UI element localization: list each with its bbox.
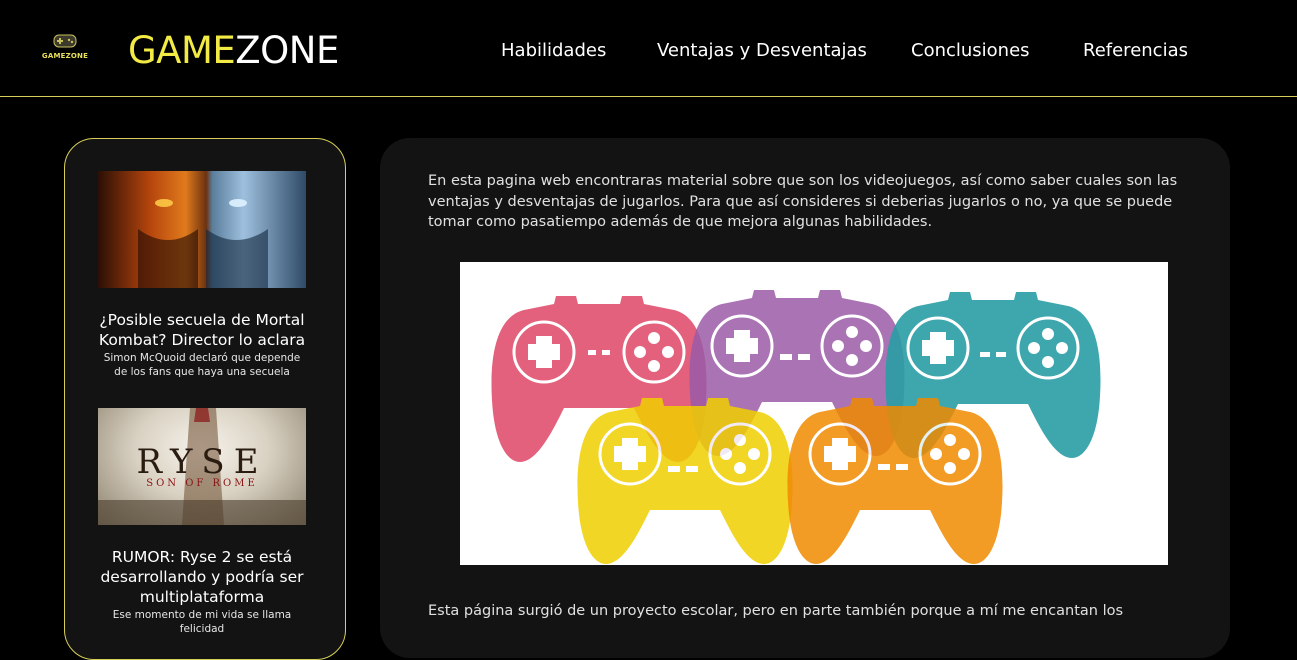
- nav-referencias[interactable]: Referencias: [1083, 40, 1188, 61]
- news-summary: Simon McQuoid declaró que depende de los…: [103, 352, 301, 378]
- news-image-ryse[interactable]: RYSE SON OF ROME: [98, 408, 306, 525]
- controller-yellow: [577, 398, 793, 564]
- gamepads-illustration: [491, 290, 1101, 564]
- news-card[interactable]: RYSE SON OF ROME RUMOR: Ryse 2 se está d…: [98, 408, 306, 636]
- news-title[interactable]: RUMOR: Ryse 2 se está desarrollando y po…: [98, 547, 306, 607]
- site-header: GAMEZONE GAMEZONE Habilidades Ventajas y…: [0, 0, 1297, 97]
- news-card[interactable]: ¿Posible secuela de Mortal Kombat? Direc…: [98, 171, 306, 379]
- intro-paragraph: En esta pagina web encontraras material …: [428, 173, 1178, 230]
- main-content: En esta pagina web encontraras material …: [380, 138, 1230, 658]
- nav-ventajas-desventajas[interactable]: Ventajas y Desventajas: [657, 40, 867, 61]
- news-sidebar: ¿Posible secuela de Mortal Kombat? Direc…: [64, 138, 346, 660]
- news-image-mortal-kombat[interactable]: [98, 171, 306, 288]
- main-nav: Habilidades Ventajas y Desventajas Concl…: [0, 40, 1297, 66]
- nav-conclusiones[interactable]: Conclusiones: [911, 40, 1030, 61]
- mortal-kombat-art: [138, 199, 268, 288]
- controller-orange: [787, 398, 1003, 564]
- ryse-image-subtitle: SON OF ROME: [146, 478, 258, 489]
- controllers-illustration: [460, 262, 1168, 565]
- nav-habilidades[interactable]: Habilidades: [501, 40, 606, 61]
- news-summary: Ese momento de mi vida se llama felicida…: [112, 609, 292, 635]
- ryse-image-title: RYSE: [136, 442, 268, 482]
- outro-paragraph: Esta página surgió de un proyecto escola…: [428, 603, 1124, 619]
- news-title[interactable]: ¿Posible secuela de Mortal Kombat? Direc…: [98, 310, 306, 350]
